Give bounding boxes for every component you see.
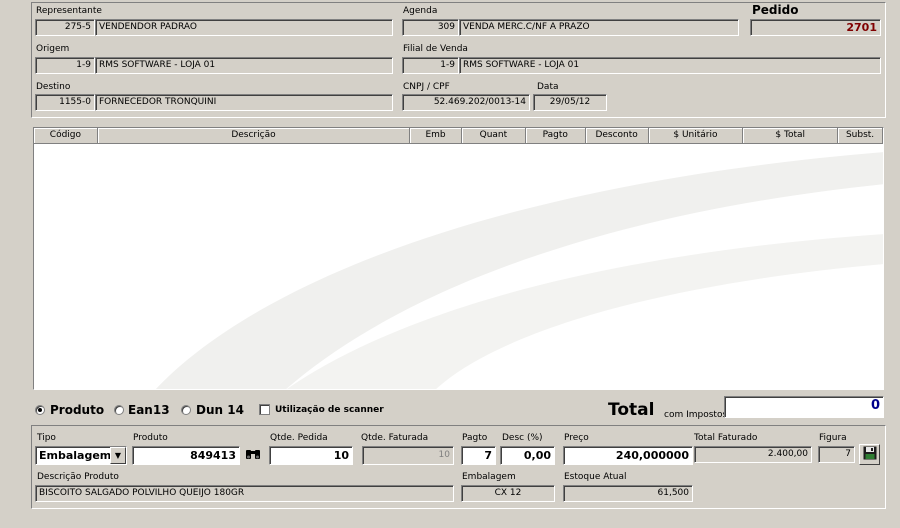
produto-field[interactable]: 849413 bbox=[132, 446, 240, 465]
tipo-label: Tipo bbox=[37, 433, 56, 443]
radio-ean13-label[interactable]: Ean13 bbox=[128, 403, 170, 417]
save-figure-button[interactable] bbox=[859, 444, 880, 465]
radio-produto-label[interactable]: Produto bbox=[50, 403, 104, 417]
total-sublabel: com Impostos bbox=[664, 410, 728, 420]
total-field[interactable]: 0 bbox=[724, 396, 884, 418]
qtde-faturada-label: Qtde. Faturada bbox=[361, 433, 429, 443]
qtde-faturada-field[interactable]: 10 bbox=[362, 446, 454, 465]
destino-code-field[interactable]: 1155-0 bbox=[35, 94, 95, 111]
filial-name-field[interactable]: RMS SOFTWARE - LOJA 01 bbox=[459, 57, 881, 74]
figura-field[interactable]: 7 bbox=[818, 446, 855, 463]
qtde-pedida-label: Qtde. Pedida bbox=[270, 433, 328, 443]
estoque-label: Estoque Atual bbox=[564, 472, 627, 482]
col-pagto[interactable]: Pagto bbox=[525, 128, 586, 144]
representante-name-field[interactable]: VENDENDOR PADRAO bbox=[95, 19, 393, 36]
items-grid[interactable]: Código Descrição Emb Quant Pagto Descont… bbox=[33, 127, 884, 390]
tipo-dropdown-button[interactable]: ▼ bbox=[110, 447, 126, 464]
origem-name-field[interactable]: RMS SOFTWARE - LOJA 01 bbox=[95, 57, 393, 74]
col-unitario[interactable]: $ Unitário bbox=[648, 128, 744, 144]
filial-code-field[interactable]: 1-9 bbox=[402, 57, 459, 74]
col-codigo[interactable]: Código bbox=[34, 128, 98, 144]
origem-code-field[interactable]: 1-9 bbox=[35, 57, 95, 74]
embalagem-label: Embalagem bbox=[462, 472, 516, 482]
tipo-select-value: Embalagem bbox=[39, 449, 112, 462]
data-label: Data bbox=[537, 82, 559, 92]
search-product-button[interactable] bbox=[242, 446, 264, 465]
col-subst[interactable]: Subst. bbox=[838, 128, 883, 144]
estoque-field[interactable]: 61,500 bbox=[563, 485, 693, 502]
produto-label: Produto bbox=[133, 433, 168, 443]
destino-label: Destino bbox=[36, 82, 71, 92]
col-desconto[interactable]: Desconto bbox=[585, 128, 649, 144]
total-faturado-label: Total Faturado bbox=[694, 433, 758, 443]
cnpj-label: CNPJ / CPF bbox=[403, 82, 450, 92]
embalagem-field[interactable]: CX 12 bbox=[461, 485, 555, 502]
total-faturado-field[interactable]: 2.400,00 bbox=[694, 446, 812, 463]
cnpj-field[interactable]: 52.469.202/0013-14 bbox=[402, 94, 530, 111]
radio-ean13[interactable] bbox=[114, 405, 124, 415]
data-field[interactable]: 29/05/12 bbox=[533, 94, 607, 111]
qtde-pedida-field[interactable]: 10 bbox=[269, 446, 353, 465]
pedido-field[interactable]: 2701 bbox=[750, 19, 881, 36]
descricao-field[interactable]: BISCOITO SALGADO POLVILHO QUEIJO 180GR bbox=[35, 485, 454, 502]
radio-dun14-label[interactable]: Dun 14 bbox=[196, 403, 244, 417]
figura-label: Figura bbox=[819, 433, 847, 443]
agenda-code-field[interactable]: 309 bbox=[402, 19, 459, 36]
descricao-label: Descrição Produto bbox=[37, 472, 119, 482]
radio-dun14[interactable] bbox=[181, 405, 191, 415]
col-descricao[interactable]: Descrição bbox=[97, 128, 411, 144]
radio-produto[interactable] bbox=[35, 405, 45, 415]
representante-code-field[interactable]: 275-5 bbox=[35, 19, 95, 36]
col-quant[interactable]: Quant bbox=[461, 128, 526, 144]
col-emb[interactable]: Emb bbox=[410, 128, 462, 144]
agenda-label: Agenda bbox=[403, 6, 438, 16]
tipo-select[interactable]: Embalagem ▼ bbox=[35, 446, 127, 465]
preco-label: Preço bbox=[564, 433, 589, 443]
desc-label: Desc (%) bbox=[502, 433, 543, 443]
scanner-checkbox[interactable] bbox=[259, 404, 270, 415]
agenda-name-field[interactable]: VENDA MERC.C/NF A PRAZO bbox=[459, 19, 739, 36]
origem-label: Origem bbox=[36, 44, 70, 54]
filial-label: Filial de Venda bbox=[403, 44, 468, 54]
floppy-disk-icon bbox=[863, 446, 877, 463]
representante-label: Representante bbox=[36, 6, 102, 16]
binoculars-icon bbox=[245, 448, 261, 463]
pedido-label: Pedido bbox=[752, 3, 799, 17]
chevron-down-icon: ▼ bbox=[114, 450, 122, 460]
grid-header: Código Descrição Emb Quant Pagto Descont… bbox=[34, 128, 883, 144]
pagto-field[interactable]: 7 bbox=[461, 446, 496, 465]
desc-field[interactable]: 0,00 bbox=[500, 446, 555, 465]
scanner-label[interactable]: Utilização de scanner bbox=[275, 405, 384, 415]
destino-name-field[interactable]: FORNECEDOR TRONQUINI bbox=[95, 94, 393, 111]
col-total[interactable]: $ Total bbox=[743, 128, 839, 144]
pagto-label: Pagto bbox=[462, 433, 488, 443]
total-label: Total bbox=[608, 400, 655, 420]
preco-field[interactable]: 240,000000 bbox=[563, 446, 693, 465]
watermark-swoosh bbox=[155, 152, 883, 389]
